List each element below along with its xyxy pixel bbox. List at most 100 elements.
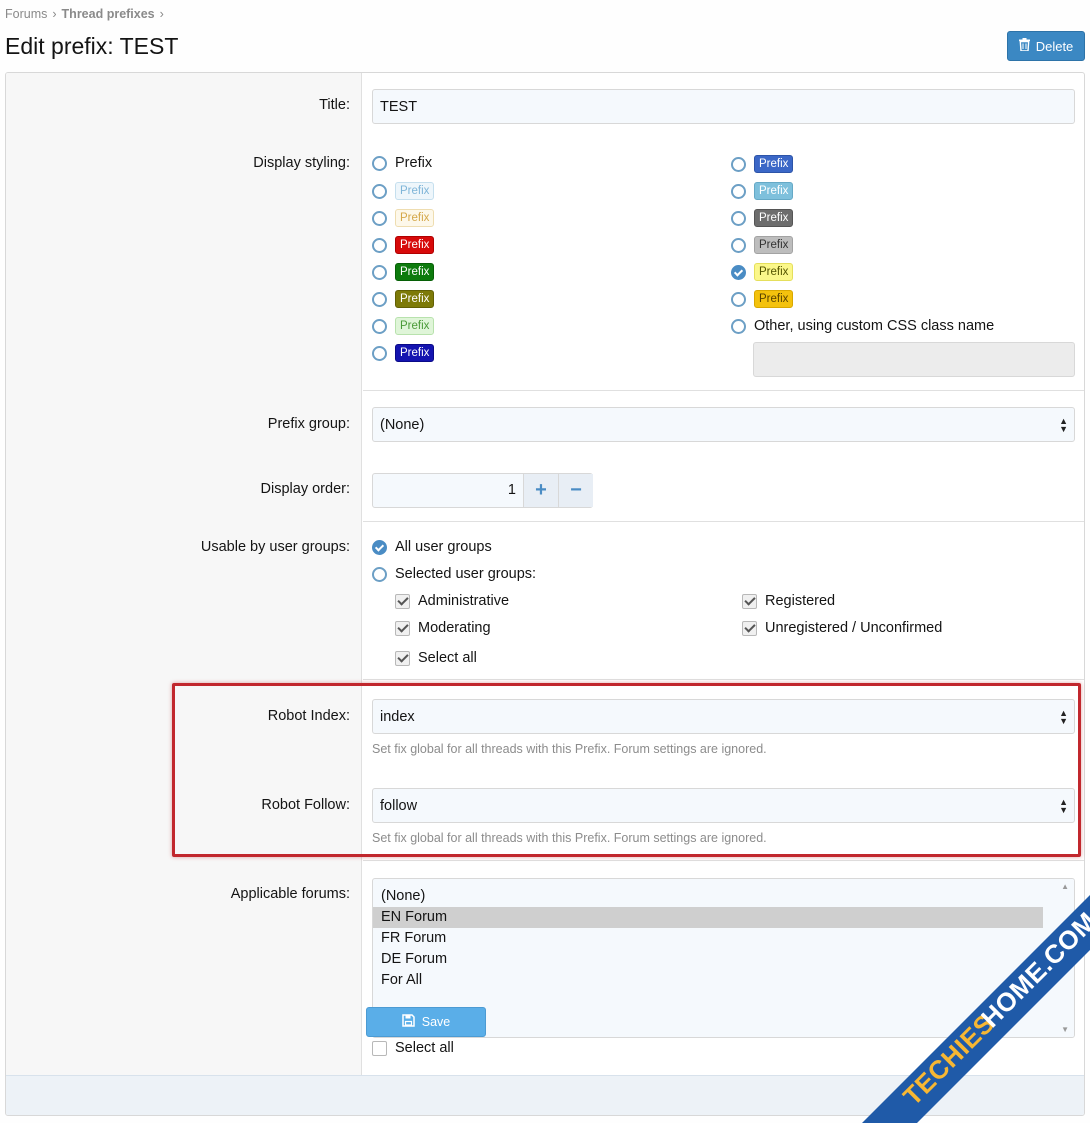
selected-user-groups-radio[interactable]: Selected user groups: <box>372 566 536 582</box>
radio-checked-icon <box>372 539 387 555</box>
divider <box>363 390 1084 391</box>
styling-option-other[interactable]: Other, using custom CSS class name <box>731 318 994 334</box>
usergroup-label: Registered <box>765 593 836 609</box>
styling-option-left[interactable]: Prefix <box>372 263 435 281</box>
styling-option-left[interactable]: Prefix <box>372 182 435 200</box>
styling-option-right[interactable]: Prefix <box>731 263 794 281</box>
page-title: Edit prefix: TEST <box>5 33 179 59</box>
save-button-label: Save <box>421 1015 451 1029</box>
divider <box>363 679 1084 680</box>
radio-icon <box>731 156 746 172</box>
divider <box>363 860 1084 861</box>
styling-option-plain[interactable]: Prefix <box>372 155 432 171</box>
styling-option-left[interactable]: Prefix <box>372 344 435 362</box>
styling-option-label: Prefix <box>395 155 433 171</box>
breadcrumb-forums[interactable]: Forums <box>5 7 47 21</box>
styling-option-left[interactable]: Prefix <box>372 290 435 308</box>
decrement-minus-icon[interactable]: − <box>558 474 593 507</box>
radio-icon <box>731 291 746 307</box>
checkbox-checked-icon <box>395 650 410 666</box>
scroll-up-icon[interactable]: ▲ <box>1061 882 1069 891</box>
usergroup-checkbox-unregistered[interactable]: Unregistered / Unconfirmed <box>742 620 942 636</box>
radio-icon <box>731 237 746 253</box>
checkbox-checked-icon <box>742 620 757 636</box>
prefix-badge: Prefix <box>754 209 794 227</box>
usergroup-label: Administrative <box>418 593 510 609</box>
prefix-badge: Prefix <box>395 344 435 362</box>
svg-text:HOME.COM: HOME.COM <box>975 906 1090 1033</box>
usergroup-label: Unregistered / Unconfirmed <box>765 620 943 636</box>
breadcrumb: Forums › Thread prefixes › <box>5 7 169 21</box>
svg-text:TECHIES: TECHIES <box>897 1008 1000 1111</box>
radio-icon <box>731 183 746 199</box>
display-order-value: 1 <box>507 482 516 498</box>
radio-icon <box>372 264 387 280</box>
radio-icon <box>372 155 387 171</box>
increment-plus-icon[interactable]: + <box>523 474 558 507</box>
styling-option-left[interactable]: Prefix <box>372 209 435 227</box>
styling-option-left[interactable]: Prefix <box>372 317 435 335</box>
usergroup-label: Moderating <box>418 620 491 636</box>
save-disk-icon <box>402 1014 415 1030</box>
forums-select-all-label: Select all <box>395 1040 454 1056</box>
styling-option-right[interactable]: Prefix <box>731 236 794 254</box>
radio-icon <box>731 210 746 226</box>
title-input[interactable]: TEST <box>372 89 1075 124</box>
display-order-label: Display order: <box>260 481 350 497</box>
all-user-groups-label: All user groups <box>395 539 492 555</box>
breadcrumb-thread-prefixes[interactable]: Thread prefixes <box>62 7 155 21</box>
prefix-badge: Prefix <box>395 209 435 227</box>
highlight-box <box>172 683 1081 857</box>
display-order-stepper[interactable]: 1 + − <box>372 473 593 508</box>
radio-icon <box>372 566 387 582</box>
prefix-group-value: (None) <box>380 416 425 433</box>
prefix-badge: Prefix <box>754 290 794 308</box>
radio-checked-icon <box>731 264 746 280</box>
title-input-value: TEST <box>380 98 418 115</box>
select-arrows-icon: ▲ ▼ <box>1059 416 1068 434</box>
delete-button-label: Delete <box>1035 38 1074 54</box>
prefix-badge: Prefix <box>395 236 435 254</box>
radio-icon <box>372 345 387 361</box>
prefix-group-select[interactable]: (None) ▲ ▼ <box>372 407 1075 442</box>
prefix-badge: Prefix <box>754 236 794 254</box>
radio-icon <box>372 237 387 253</box>
checkbox-icon <box>372 1040 387 1056</box>
forums-select-all-checkbox[interactable]: Select all <box>372 1040 454 1056</box>
display-styling-label: Display styling: <box>253 155 350 171</box>
breadcrumb-separator-icon: › <box>159 7 164 21</box>
prefix-group-label: Prefix group: <box>267 416 350 432</box>
usable-by-user-groups-label: Usable by user groups: <box>200 539 350 555</box>
trash-icon <box>1018 38 1030 54</box>
checkbox-checked-icon <box>395 620 410 636</box>
select-all-label: Select all <box>418 650 477 666</box>
prefix-badge: Prefix <box>395 317 435 335</box>
techieshome-watermark: TECHIES HOME.COM <box>862 895 1090 1123</box>
usergroup-checkbox-administrative[interactable]: Administrative <box>395 593 509 609</box>
prefix-badge: Prefix <box>395 263 435 281</box>
styling-option-left[interactable]: Prefix <box>372 236 435 254</box>
prefix-badge: Prefix <box>395 182 435 200</box>
radio-icon <box>372 318 387 334</box>
styling-option-right[interactable]: Prefix <box>731 290 794 308</box>
styling-option-right[interactable]: Prefix <box>731 182 794 200</box>
styling-option-right[interactable]: Prefix <box>731 209 794 227</box>
save-button[interactable]: Save <box>366 1007 486 1037</box>
checkbox-checked-icon <box>395 593 410 609</box>
usergroups-select-all-checkbox[interactable]: Select all <box>395 650 477 666</box>
prefix-badge: Prefix <box>754 155 794 173</box>
prefix-badge: Prefix <box>395 290 435 308</box>
styling-option-other-label: Other, using custom CSS class name <box>754 318 995 334</box>
breadcrumb-separator-icon: › <box>52 7 57 21</box>
styling-option-right[interactable]: Prefix <box>731 155 794 173</box>
selected-user-groups-label: Selected user groups: <box>395 566 537 582</box>
prefix-badge: Prefix <box>754 182 794 200</box>
custom-css-class-input[interactable] <box>753 342 1075 377</box>
usergroup-checkbox-registered[interactable]: Registered <box>742 593 835 609</box>
checkbox-checked-icon <box>742 593 757 609</box>
prefix-badge: Prefix <box>754 263 794 281</box>
usergroup-checkbox-moderating[interactable]: Moderating <box>395 620 491 636</box>
all-user-groups-radio[interactable]: All user groups <box>372 539 492 555</box>
delete-button[interactable]: Delete <box>1007 31 1085 61</box>
radio-icon <box>731 318 746 334</box>
